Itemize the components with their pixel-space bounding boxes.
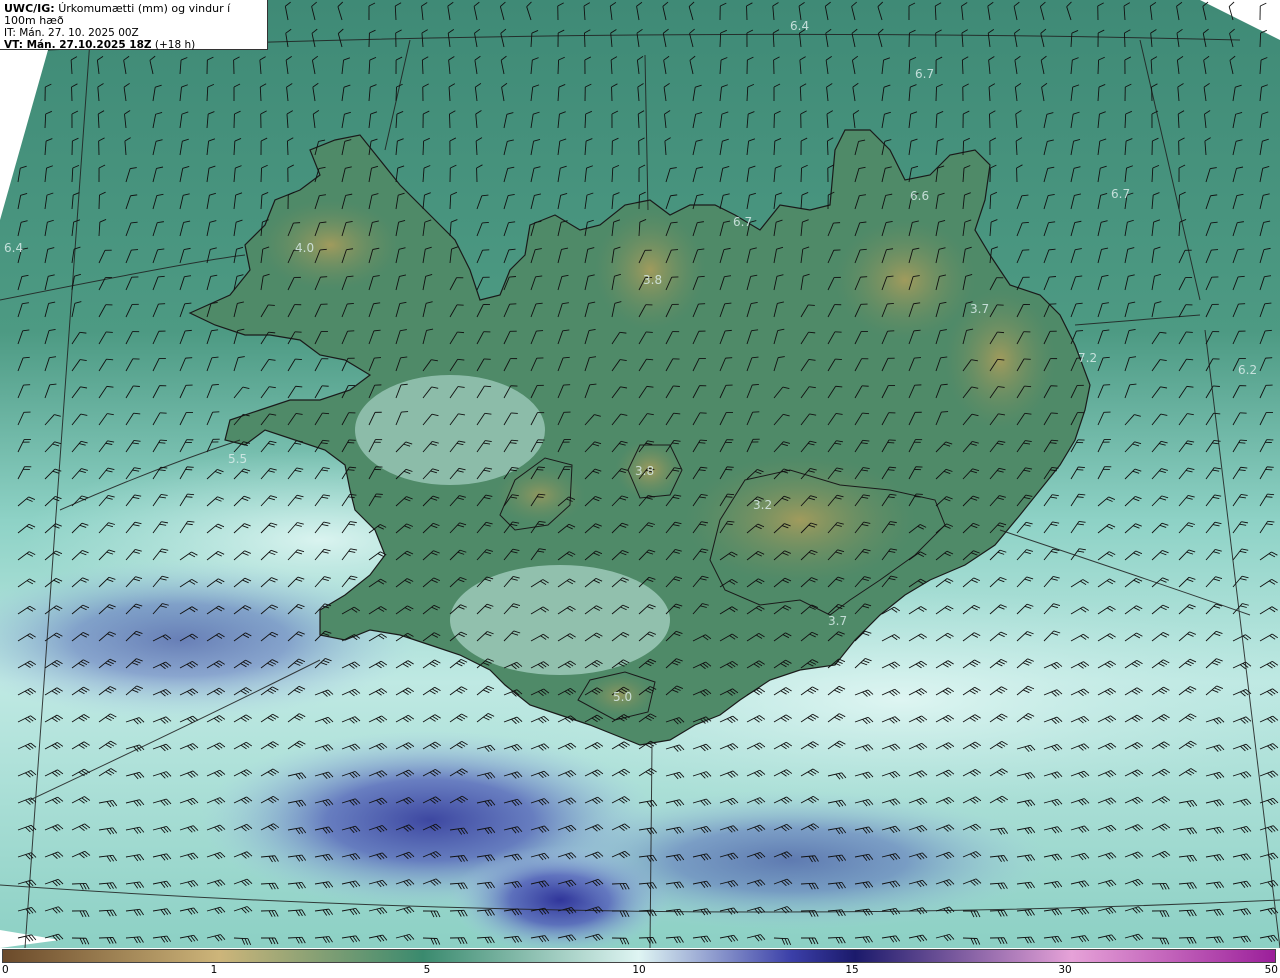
label-3-8-north: 3.8 [643,273,662,287]
label-6-7-ne-top: 6.7 [915,67,934,81]
valid-time: VT: Mán. 27.10.2025 18Z [4,39,152,51]
highland-north [595,210,705,330]
colorbar: 0 1 5 10 15 30 50 [0,948,1280,978]
label-6-4-west: 6.4 [4,241,23,255]
colorbar-tick-5: 5 [423,964,431,976]
map-info-box: UWC/IG: Úrkomumætti (mm) og vindur í 100… [0,0,268,51]
label-3-2: 3.2 [753,498,772,512]
label-3-7-east: 3.7 [970,302,989,316]
highland-westfjords [260,200,400,290]
colorbar-gradient [2,949,1276,963]
lead-time: (+18 h) [154,39,196,51]
colorbar-tick-30: 30 [1058,964,1072,976]
label-3-7-south: 3.7 [828,614,847,628]
label-5-5: 5.5 [228,452,247,466]
colorbar-tick-10: 10 [632,964,646,976]
label-7-2: 7.2 [1078,351,1097,365]
colorbar-tick-1: 1 [210,964,218,976]
label-6-7-east: 6.7 [1111,187,1130,201]
label-6-4-north: 6.4 [790,19,809,33]
colorbar-tick-50: 50 [1264,964,1278,976]
label-3-8-central: 3.8 [635,464,654,478]
label-6-7-mid: 6.7 [733,215,752,229]
label-4-0: 4.0 [295,241,314,255]
label-6-2: 6.2 [1238,363,1257,377]
colorbar-tick-0: 0 [2,964,9,976]
label-6-6: 6.6 [910,189,929,203]
pale-valley-south [450,565,670,675]
label-5-0: 5.0 [613,690,632,704]
forecast-map: 6.4 6.7 6.7 6.6 6.7 4.0 3.8 3.7 7.2 6.2 … [0,0,1280,948]
init-time: IT: Mán. 27. 10. 2025 00Z [4,27,139,39]
pale-valley-west [355,375,545,485]
colorbar-tick-15: 15 [845,964,859,976]
